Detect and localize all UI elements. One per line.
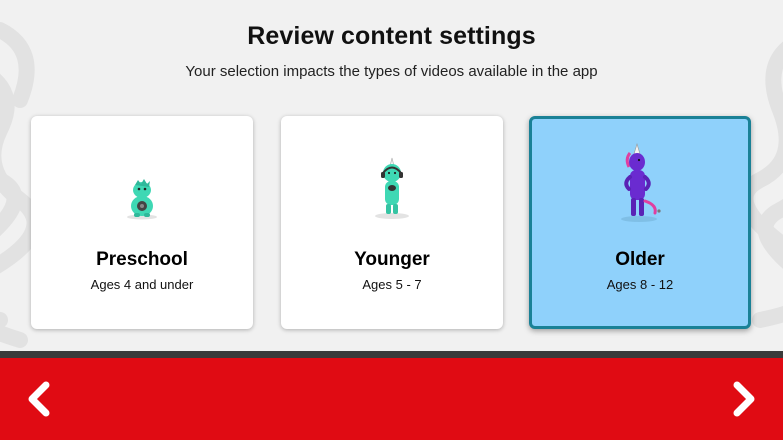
teal-unicorn-with-headphones-icon <box>281 156 503 220</box>
header: Review content settings Your selection i… <box>0 22 783 80</box>
card-title: Preschool <box>96 249 188 270</box>
footer-divider <box>0 351 783 358</box>
footer-bar <box>0 358 783 440</box>
chevron-left-icon <box>28 381 50 417</box>
purple-unicorn-icon <box>532 143 748 223</box>
back-button[interactable] <box>14 375 62 423</box>
page-subtitle: Your selection impacts the types of vide… <box>185 63 598 80</box>
card-age-range: Ages 8 - 12 <box>606 277 674 292</box>
small-teal-monster-icon <box>31 176 253 220</box>
card-older[interactable]: Older Ages 8 - 12 <box>529 116 751 329</box>
chevron-right-icon <box>733 381 755 417</box>
page-title: Review content settings <box>247 22 536 50</box>
card-age-range: Ages 4 and under <box>90 277 194 292</box>
next-button[interactable] <box>721 375 769 423</box>
card-preschool[interactable]: Preschool Ages 4 and under <box>31 116 253 329</box>
card-younger[interactable]: Younger Ages 5 - 7 <box>281 116 503 329</box>
card-age-range: Ages 5 - 7 <box>362 277 422 292</box>
card-title: Younger <box>354 249 430 270</box>
card-title: Older <box>615 249 665 270</box>
